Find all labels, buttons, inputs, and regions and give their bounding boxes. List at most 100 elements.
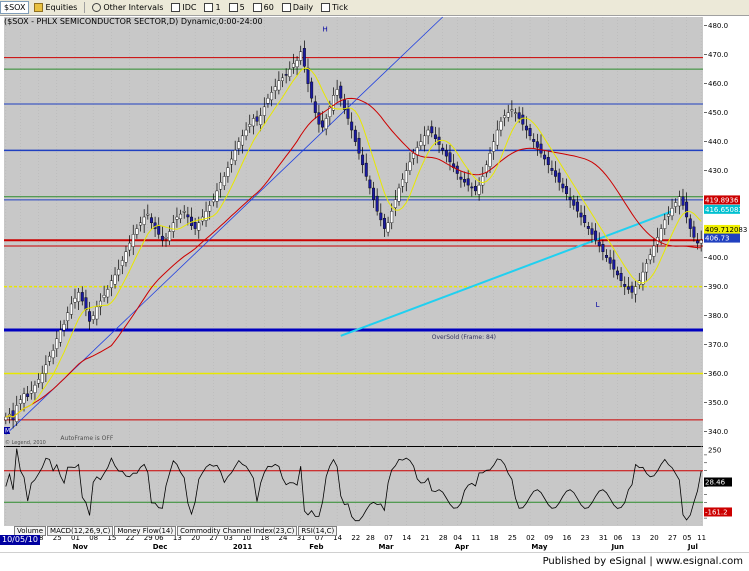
candle-body [51, 350, 55, 359]
candle-body [295, 60, 299, 68]
candle-body [215, 190, 219, 202]
candle-body [572, 199, 576, 206]
x-tick-label: 27 [668, 534, 677, 542]
month-label: Jul [687, 543, 698, 551]
x-tick-label: 31 [599, 534, 608, 542]
x-tick-label: 14 [402, 534, 411, 542]
candle-body [339, 85, 343, 99]
x-tick-label: 23 [581, 534, 590, 542]
candle-body [55, 338, 59, 349]
candle-body [492, 141, 496, 152]
candle-body [251, 118, 255, 127]
candle-body [473, 186, 477, 192]
candle-body [470, 186, 474, 189]
candle-body [164, 237, 168, 239]
month-label: Apr [455, 543, 469, 551]
x-tick-label: 28 [366, 534, 375, 542]
oversold-note: OverSold (Frame: 84) [432, 334, 496, 341]
candle-body [18, 399, 22, 404]
candle-body [393, 199, 397, 208]
candle-body [22, 393, 26, 404]
month-label: 2011 [233, 543, 253, 551]
candle-body [233, 150, 237, 161]
candle-body [157, 224, 161, 235]
candle-body [95, 306, 99, 320]
candle-body [288, 68, 292, 77]
candle-body [423, 135, 426, 146]
candle-body [33, 384, 37, 393]
candle-body [313, 101, 317, 113]
rsi-panel-bg [4, 447, 703, 526]
candle-body [433, 134, 437, 139]
candle-body [699, 239, 703, 244]
candle-body [685, 201, 689, 218]
candle-body [608, 257, 612, 264]
candle-body [230, 158, 234, 165]
price-tick-label: 440.0 [708, 138, 728, 146]
candle-body [499, 121, 503, 131]
candle-body [466, 178, 470, 186]
candle-body [481, 176, 485, 186]
candle-body [219, 182, 223, 190]
candle-body [48, 355, 51, 362]
candle-body [634, 286, 638, 295]
candle-body [539, 143, 543, 154]
autoframe-note: AutoFrame is OFF [60, 435, 113, 442]
x-tick-label: 18 [490, 534, 499, 542]
price-tick-label: 360.0 [708, 370, 728, 378]
candle-body [514, 112, 517, 114]
candle-body [69, 303, 73, 315]
candle-body [612, 259, 616, 270]
x-tick-label: 11 [471, 534, 480, 542]
price-chart[interactable]: 340.0350.0360.0370.0380.0390.0400.0410.0… [0, 0, 749, 570]
x-tick-label: 06 [613, 534, 622, 542]
candle-body [663, 219, 667, 229]
candle-body [281, 77, 284, 81]
candle-body [117, 268, 121, 276]
candle-body [211, 199, 215, 203]
candle-body [175, 216, 179, 220]
x-tick-label: 21 [420, 534, 429, 542]
candle-body [321, 120, 325, 128]
candle-body [619, 273, 623, 281]
candle-body [554, 170, 558, 177]
candle-body [135, 228, 139, 235]
candle-body [182, 211, 186, 213]
candle-body [128, 242, 132, 251]
candle-body [430, 126, 434, 134]
candle-body [645, 263, 649, 273]
candle-body [113, 274, 117, 285]
candle-body [58, 329, 62, 343]
candle-body [109, 280, 113, 288]
candle-body [561, 183, 565, 189]
candle-body [390, 211, 394, 224]
candle-body [375, 195, 379, 212]
candle-body [160, 235, 164, 241]
candle-body [506, 112, 510, 118]
candle-body [648, 254, 652, 261]
candle-body [444, 150, 448, 157]
candle-body [528, 128, 532, 137]
rsi-tag-label: 28.46 [705, 479, 726, 487]
tab-macd[interactable]: MACD(12,26,9,C) [47, 526, 114, 536]
candle-body [692, 226, 696, 238]
tab-money-flow[interactable]: Money Flow(14) [114, 526, 177, 536]
candle-body [259, 115, 263, 126]
candle-body [397, 187, 401, 202]
candle-body [44, 364, 48, 374]
price-tick-label: 390.0 [708, 283, 728, 291]
tab-cci[interactable]: Commodity Channel Index(23,C) [177, 526, 298, 536]
candle-body [401, 179, 405, 187]
candle-body [139, 222, 142, 226]
candle-body [146, 213, 150, 216]
candle-body [419, 141, 423, 146]
candle-body [299, 51, 303, 61]
candle-body [459, 176, 463, 180]
candle-body [546, 157, 550, 166]
corner-date: 10/05/10 [0, 535, 40, 545]
candle-body [273, 86, 277, 91]
candle-body [353, 129, 357, 142]
price-panel-bg [4, 17, 703, 446]
tab-rsi[interactable]: RSI(14,C) [298, 526, 338, 536]
candle-body [524, 125, 528, 131]
